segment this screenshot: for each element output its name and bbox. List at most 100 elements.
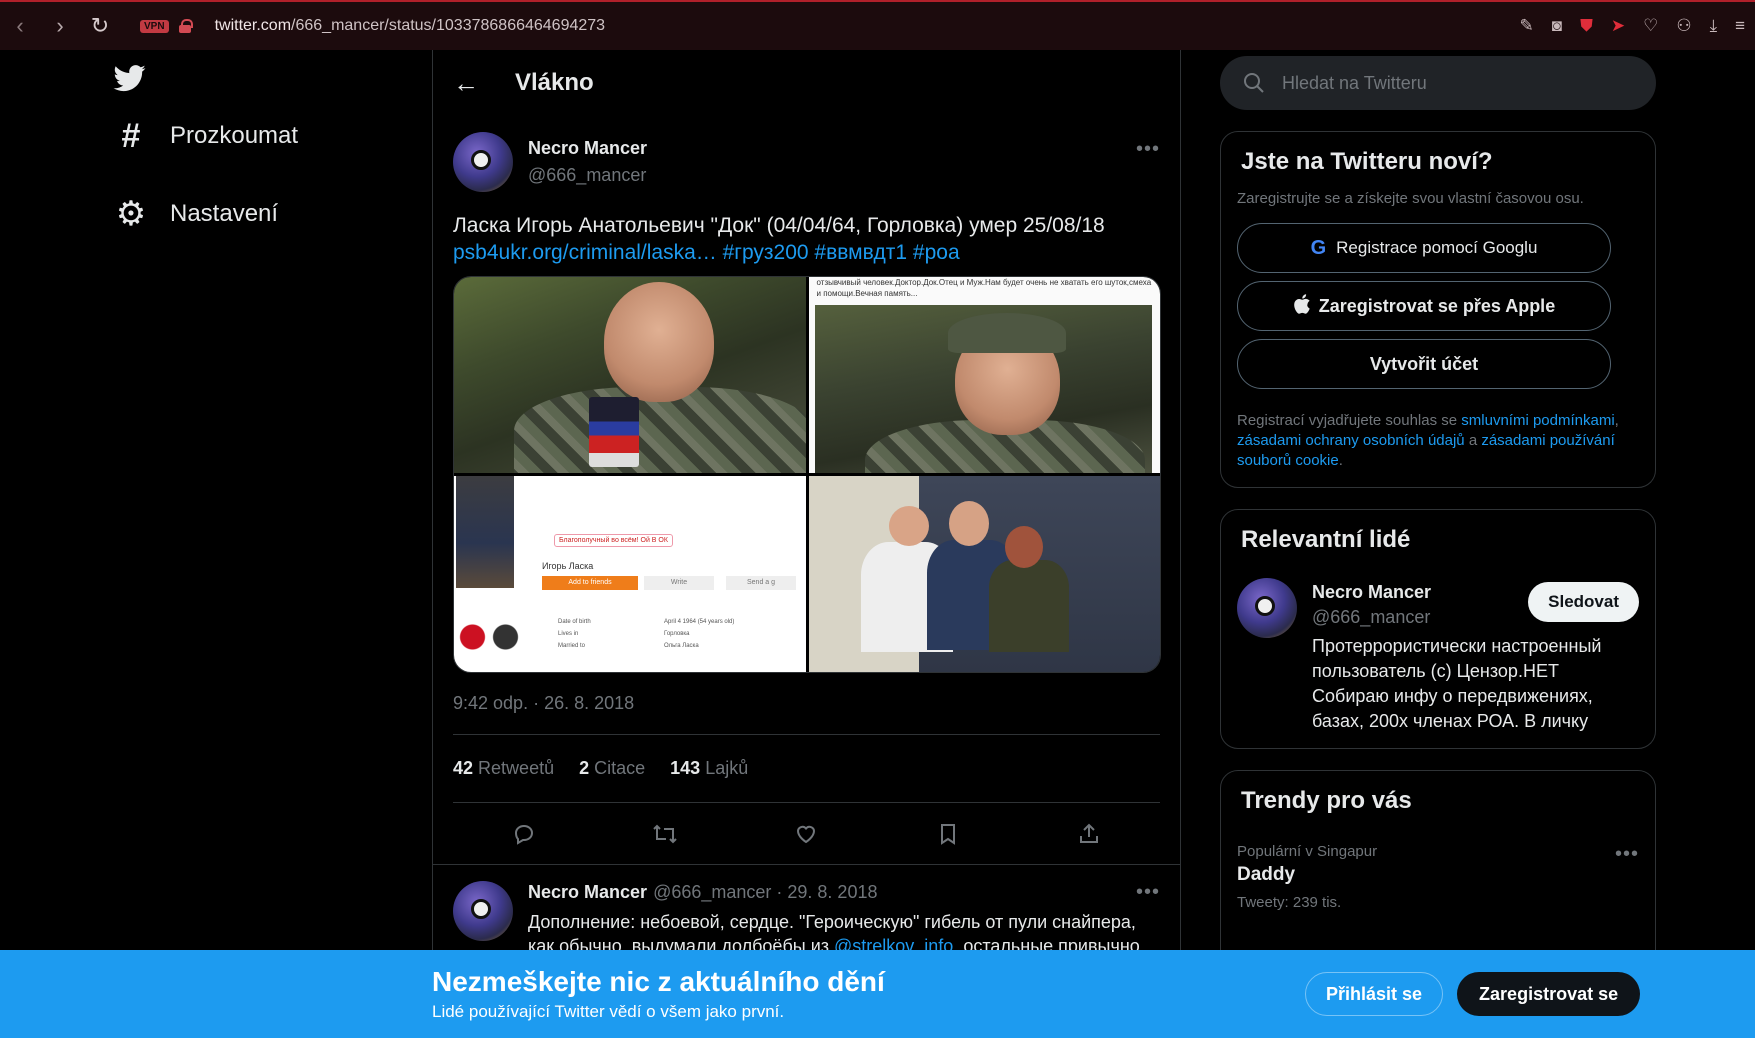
media-photo-1[interactable] <box>454 277 806 473</box>
nav-explore[interactable]: # Prozkoumat <box>100 100 400 172</box>
download-icon[interactable]: ⤓ <box>1710 16 1718 36</box>
terms-link[interactable]: smluvními podmínkami <box>1461 412 1614 429</box>
search-icon <box>1242 71 1266 95</box>
avatar[interactable] <box>453 132 513 192</box>
bookmark-icon[interactable] <box>928 814 968 854</box>
reply-author-name[interactable]: Necro Mancer <box>528 882 647 903</box>
menu-icon[interactable]: ≡ <box>1735 16 1745 36</box>
reply-tweet[interactable]: Necro Mancer @666_mancer · 29. 8. 2018 •… <box>433 865 1180 958</box>
relevant-title: Relevantní lidé <box>1241 526 1411 553</box>
retweets-stat[interactable]: 42 Retweetů <box>453 758 554 779</box>
trend-location: Populární v Singapur <box>1237 843 1378 860</box>
person-bio: Протеррористически настроенный пользоват… <box>1312 636 1602 731</box>
url-host: twitter.com <box>214 17 292 34</box>
follow-button[interactable]: Sledovat <box>1528 582 1639 622</box>
create-account-label: Vytvořit účet <box>1369 353 1479 374</box>
twitter-logo-icon[interactable] <box>112 62 148 94</box>
google-signup-label: Registrace pomocí Googlu <box>1336 238 1538 257</box>
trends-title: Trendy pro vás <box>1241 787 1412 814</box>
tweet-hashtags[interactable]: #груз200 #ввмвдт1 #роа <box>723 241 960 264</box>
media-photo-3[interactable]: Благополучный во всём! Ой В ОК Игорь Лас… <box>454 476 806 672</box>
retweet-icon[interactable] <box>645 814 685 854</box>
photo-hat <box>947 313 1066 353</box>
profile-value: Горловка <box>664 631 690 637</box>
shield-icon[interactable]: ⛊ <box>1580 16 1593 36</box>
main-column: ← Vlákno Necro Mancer @666_mancer ••• Ла… <box>432 50 1181 1038</box>
send-gift-button: Send a g <box>726 576 796 590</box>
person-handle[interactable]: @666_mancer <box>1312 607 1528 628</box>
more-options-icon[interactable]: ••• <box>1615 843 1639 866</box>
share-icon[interactable] <box>1069 814 1109 854</box>
apple-signup-button[interactable]: Zaregistrovat se přes Apple <box>1237 281 1611 331</box>
author-handle[interactable]: @666_mancer <box>528 165 647 186</box>
relevant-person[interactable]: Necro Mancer @666_mancer Sledovat Протер… <box>1237 578 1639 734</box>
register-button[interactable]: Zaregistrovat se <box>1457 972 1641 1016</box>
legal-text-part: , <box>1614 412 1619 429</box>
tweet-link[interactable]: psb4ukr.org/criminal/laska… <box>453 241 717 264</box>
tweet-stats: 42 Retweetů 2 Citace 143 Lajků <box>453 735 1160 803</box>
lock-icon[interactable] <box>178 19 193 33</box>
nav-settings[interactable]: ⚙ Nastavení <box>100 178 400 250</box>
photo-face <box>888 506 929 546</box>
photo-cup <box>589 397 639 467</box>
reload-icon[interactable]: ↻ <box>80 6 120 46</box>
reply-header: Necro Mancer @666_mancer · 29. 8. 2018 •… <box>528 881 1160 904</box>
author-name[interactable]: Necro Mancer <box>528 138 647 159</box>
tweet-timestamp[interactable]: 9:42 odp. · 26. 8. 2018 <box>453 693 1160 735</box>
login-button[interactable]: Přihlásit se <box>1305 972 1444 1016</box>
media-photo-4[interactable] <box>808 476 1160 672</box>
forward-icon[interactable]: › <box>40 6 80 46</box>
profile-field: Lives in <box>558 631 579 637</box>
tweet-media-grid: отзывчивый человек.Доктор.Док.Отец и Муж… <box>453 276 1161 673</box>
create-account-button[interactable]: Vytvořit účet <box>1237 339 1611 389</box>
more-options-icon[interactable]: ••• <box>1136 881 1160 904</box>
likes-stat[interactable]: 143 Lajků <box>670 758 748 779</box>
vpn-badge[interactable]: VPN <box>140 19 169 33</box>
media-caption: отзывчивый человек.Доктор.Док.Отец и Муж… <box>816 278 1152 298</box>
left-nav: # Prozkoumat ⚙ Nastavení <box>100 62 400 250</box>
avatar[interactable] <box>453 881 513 941</box>
tweet-text-body: Ласка Игорь Анатольевич "Док" (04/04/64,… <box>453 214 1105 237</box>
reply-meta[interactable]: @666_mancer · 29. 8. 2018 <box>653 882 877 903</box>
nav-explore-label: Prozkoumat <box>170 122 299 149</box>
profile-field: Married to <box>558 643 586 649</box>
nav-settings-label: Nastavení <box>170 200 279 227</box>
privacy-link[interactable]: zásadami ochrany osobních údajů <box>1237 432 1465 449</box>
edit-icon[interactable]: ✎ <box>1520 16 1534 36</box>
profile-values: April 4 1964 (54 years old) Горловка Оль… <box>664 616 734 652</box>
write-button: Write <box>644 576 714 590</box>
profile-icon[interactable]: ⚇ <box>1676 16 1691 36</box>
photo-face <box>1004 526 1043 568</box>
avatar[interactable] <box>1237 578 1297 638</box>
profile-value: Ольга Ласка <box>664 643 699 649</box>
tweet-actions <box>433 803 1180 865</box>
media-photo-2[interactable]: отзывчивый человек.Доктор.Док.Отец и Муж… <box>808 277 1160 473</box>
profile-field: Date of birth <box>558 619 591 625</box>
main-header: ← Vlákno <box>433 50 1180 116</box>
trend-item[interactable]: Populární v Singapur Daddy Tweety: 239 t… <box>1237 815 1639 911</box>
reply-icon[interactable] <box>504 814 544 854</box>
banner-text: Nezmeškejte nic z aktuálního dění Lidé p… <box>432 966 885 1022</box>
address-bar[interactable]: twitter.com/666_mancer/status/1033786866… <box>215 17 606 35</box>
like-icon[interactable] <box>786 814 826 854</box>
google-signup-button[interactable]: G Registrace pomocí Googlu <box>1237 223 1611 273</box>
search-box[interactable] <box>1220 56 1656 110</box>
trend-count: Tweety: 239 tis. <box>1237 894 1342 911</box>
more-options-icon[interactable]: ••• <box>1136 138 1160 161</box>
right-sidebar: Jste na Twitteru noví? Zaregistrujte se … <box>1220 56 1656 970</box>
profile-fields: Date of birth Lives in Married to <box>558 616 591 652</box>
camera-icon[interactable]: ◙ <box>1552 16 1562 36</box>
profile-status-badge: Благополучный во всём! Ой В ОК <box>554 534 673 547</box>
quotes-stat[interactable]: 2 Citace <box>579 758 645 779</box>
login-banner: Nezmeškejte nic z aktuálního dění Lidé p… <box>0 950 1755 1038</box>
back-arrow-icon[interactable]: ← <box>453 68 493 99</box>
heart-icon[interactable]: ♡ <box>1643 16 1658 36</box>
back-icon[interactable]: ‹ <box>0 6 40 46</box>
main-tweet: Necro Mancer @666_mancer ••• Ласка Игорь… <box>433 132 1180 865</box>
apple-icon <box>1293 293 1311 319</box>
search-input[interactable] <box>1282 72 1622 94</box>
trend-name: Daddy <box>1237 864 1296 885</box>
person-name[interactable]: Necro Mancer <box>1312 582 1528 603</box>
send-icon[interactable]: ➤ <box>1611 16 1625 36</box>
reply-text-line: Дополнение: небоевой, сердце. "Героическ… <box>528 912 1136 932</box>
